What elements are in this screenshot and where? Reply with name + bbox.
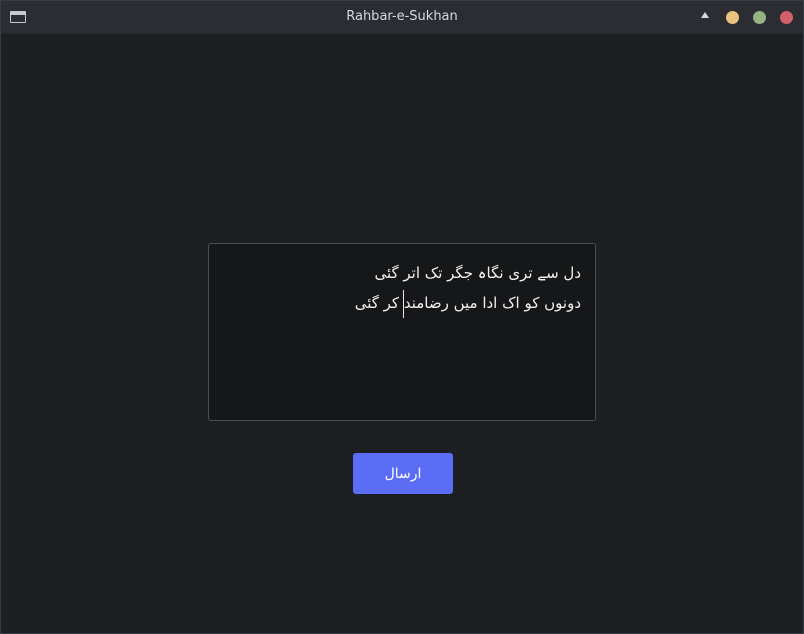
text-caret [403,290,404,318]
app-window: Rahbar-e-Sukhan دل سے تری نگاہ جگر تک ات… [0,0,804,634]
title-bar[interactable]: Rahbar-e-Sukhan [1,1,803,34]
editor-line-2: دونوں کو اک ادا میں رضامند کر گئی [354,294,581,312]
editor-line-1: دل سے تری نگاہ جگر تک اتر گئی [374,264,581,282]
window-title: Rahbar-e-Sukhan [346,9,458,24]
maximize-icon[interactable] [753,11,766,24]
close-icon[interactable] [780,11,793,24]
text-editor[interactable]: دل سے تری نگاہ جگر تک اتر گئی دونوں کو اک… [208,243,596,421]
minimize-icon[interactable] [726,11,739,24]
shade-up-icon[interactable] [701,12,709,18]
send-button[interactable]: ارسال [353,453,453,494]
editor-content: دل سے تری نگاہ جگر تک اتر گئی دونوں کو اک… [355,258,581,318]
